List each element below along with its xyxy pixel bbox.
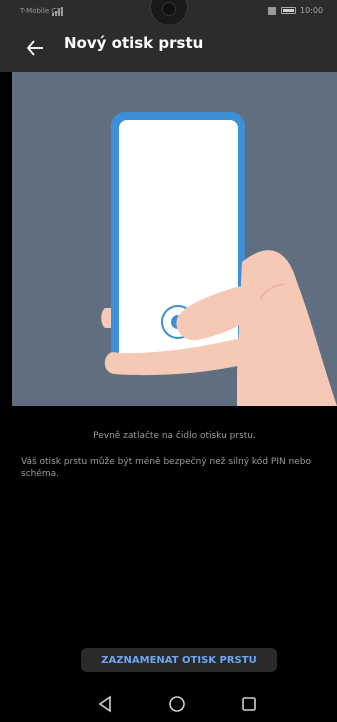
- instruction-text: Pevně zatlačte na čidlo otisku prstu.: [93, 431, 256, 441]
- palm: [237, 250, 337, 406]
- fingerprint-illustration: [12, 72, 337, 406]
- navigation-bar: [0, 686, 337, 722]
- home-circle-icon[interactable]: [167, 694, 187, 714]
- page-title: Nový otisk prstu: [64, 34, 204, 52]
- arrow-left-icon[interactable]: [25, 38, 45, 58]
- signal-icon: [52, 7, 63, 16]
- clock: 10:00: [300, 6, 324, 15]
- battery-icon: [281, 7, 296, 14]
- recents-square-icon[interactable]: [239, 694, 259, 714]
- left-finger: [101, 308, 111, 328]
- sim-icon: [268, 7, 276, 15]
- security-note: Váš otisk prstu může být méně bezpečný n…: [21, 457, 312, 479]
- hand-phone-illustration: [101, 112, 337, 406]
- status-bar: T-Mobile CZ 10:00: [0, 0, 337, 26]
- camera-lens-icon: [162, 2, 176, 16]
- screen: T-Mobile CZ 10:00 Nový otisk prstu Pevně…: [0, 0, 337, 722]
- back-triangle-icon[interactable]: [95, 694, 115, 714]
- record-fingerprint-button[interactable]: ZAZNAMENAT OTISK PRSTU: [81, 648, 277, 672]
